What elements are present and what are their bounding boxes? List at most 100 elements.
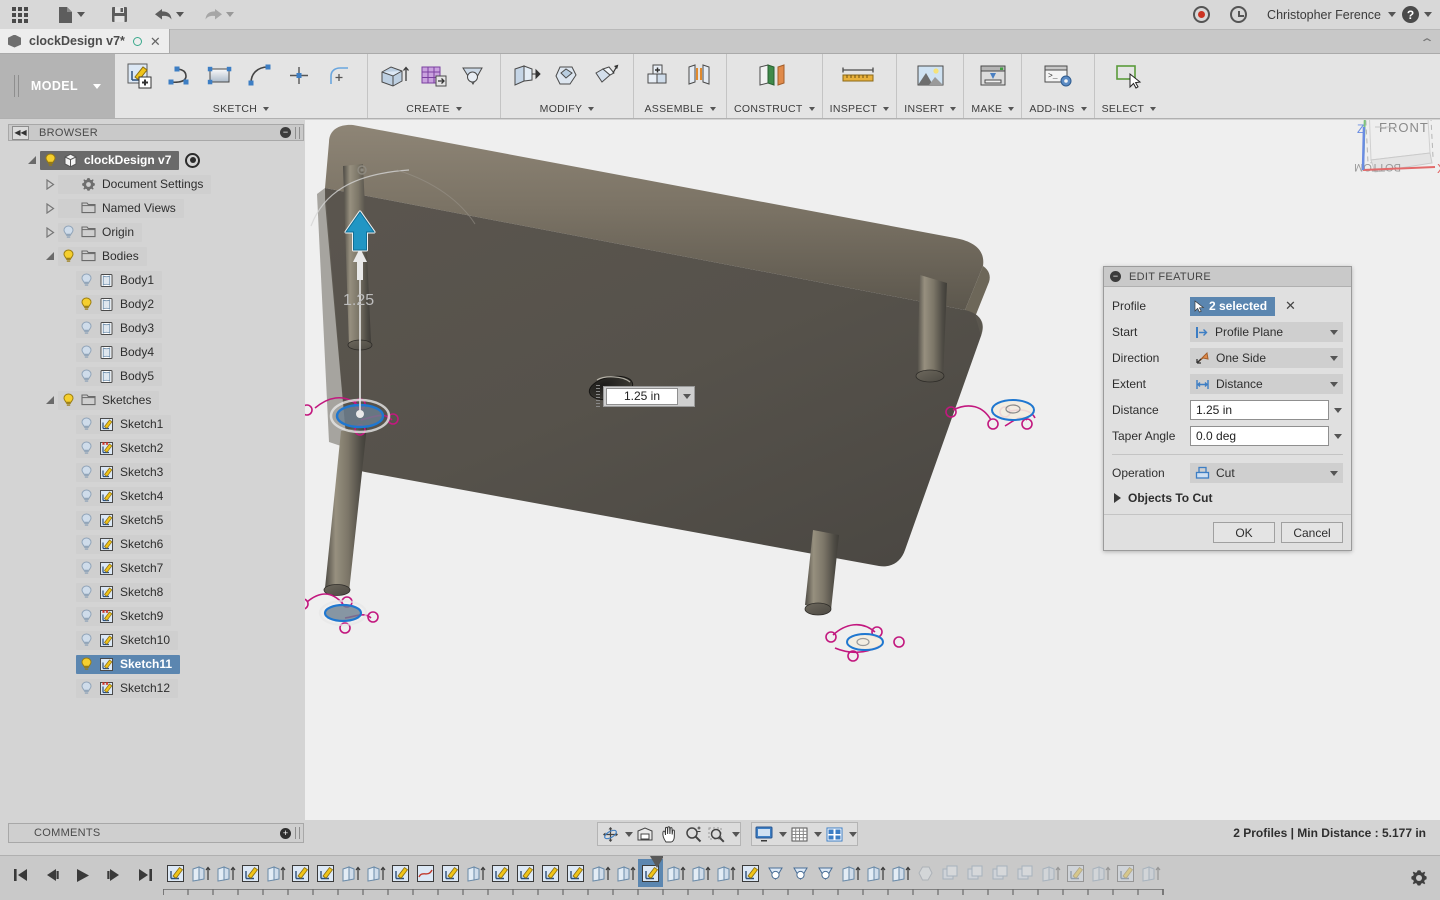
rectangle-icon[interactable]: [202, 58, 240, 94]
cancel-button[interactable]: Cancel: [1281, 522, 1343, 543]
timeline-feature-sketch[interactable]: [563, 859, 588, 887]
ribbon-panel-label-addins[interactable]: ADD-INS: [1029, 103, 1086, 118]
visibility-bulb-icon[interactable]: [80, 585, 93, 599]
redo-button[interactable]: [198, 1, 240, 29]
timeline-feature-extrude[interactable]: [663, 859, 688, 887]
fillet-icon[interactable]: [322, 58, 360, 94]
extrude-icon[interactable]: [375, 58, 413, 94]
timeline-feature-extrude[interactable]: [688, 859, 713, 887]
pattern-icon[interactable]: [415, 58, 453, 94]
operation-combo[interactable]: Cut: [1190, 463, 1343, 483]
chevron-down-icon[interactable]: [1329, 408, 1343, 413]
insert-image-icon[interactable]: [908, 58, 952, 94]
timeline-feature-extrude[interactable]: [888, 859, 913, 887]
dimension-input-widget[interactable]: 1.25 in: [596, 385, 695, 407]
tree-node-sketches[interactable]: Sketches: [8, 388, 304, 412]
visibility-bulb-icon[interactable]: [80, 369, 93, 383]
measure-ruler-icon[interactable]: [834, 58, 884, 94]
comments-panel[interactable]: COMMENTS +: [8, 823, 304, 843]
timeline-feature-extrude[interactable]: [263, 859, 288, 887]
record-component-icon[interactable]: [185, 153, 200, 168]
profile-selection-chip[interactable]: 2 selected: [1190, 297, 1275, 316]
visibility-bulb-icon[interactable]: [80, 537, 93, 551]
timeline-feature-extrude[interactable]: [463, 859, 488, 887]
new-component-icon[interactable]: [641, 58, 679, 94]
timeline-feature-extrude[interactable]: [1038, 859, 1063, 887]
look-at-icon[interactable]: [633, 823, 657, 845]
timeline-feature-loft[interactable]: [413, 859, 438, 887]
line-icon[interactable]: [162, 58, 200, 94]
timeline-feature-copy[interactable]: [988, 859, 1013, 887]
help-icon[interactable]: ?: [1402, 6, 1419, 23]
visibility-bulb-icon[interactable]: [80, 513, 93, 527]
chevron-down-icon[interactable]: [776, 832, 787, 837]
tree-node-root[interactable]: clockDesign v7: [8, 148, 304, 172]
ribbon-panel-label-sketch[interactable]: SKETCH: [213, 103, 269, 118]
visibility-bulb-icon[interactable]: [80, 633, 93, 647]
script-addin-icon[interactable]: >_: [1034, 58, 1082, 94]
timeline-feature-revolve[interactable]: [763, 859, 788, 887]
tree-node-origin[interactable]: Origin: [8, 220, 304, 244]
undo-button[interactable]: [148, 1, 190, 29]
step-forward-icon[interactable]: [101, 860, 126, 890]
visibility-bulb-icon[interactable]: [80, 441, 93, 455]
offset-plane-icon[interactable]: [751, 58, 797, 94]
step-back-icon[interactable]: [39, 860, 64, 890]
ribbon-panel-label-insert[interactable]: INSERT: [904, 103, 956, 118]
minimize-icon[interactable]: −: [280, 127, 291, 138]
timeline-feature-extrude[interactable]: [1138, 859, 1163, 887]
create-sketch-icon[interactable]: [122, 58, 160, 94]
timeline-track[interactable]: [163, 856, 1440, 900]
chevron-down-icon[interactable]: [1329, 434, 1343, 439]
tree-node-bodies[interactable]: Bodies: [8, 244, 304, 268]
revolve-icon[interactable]: [455, 58, 493, 94]
chevron-down-icon[interactable]: [846, 832, 857, 837]
timeline-feature-extrude[interactable]: [188, 859, 213, 887]
timeline-feature-sketch[interactable]: [438, 859, 463, 887]
tree-node-sketch8[interactable]: Sketch8: [8, 580, 304, 604]
ribbon-panel-label-create[interactable]: CREATE: [406, 103, 462, 118]
timeline-feature-revolve[interactable]: [813, 859, 838, 887]
timeline-feature-sketch[interactable]: [388, 859, 413, 887]
tree-node-sketch10[interactable]: Sketch10: [8, 628, 304, 652]
tree-node-sketch7[interactable]: Sketch7: [8, 556, 304, 580]
fillet-modify-icon[interactable]: [548, 58, 586, 94]
tree-node-sketch9[interactable]: Sketch9: [8, 604, 304, 628]
tree-node-sketch5[interactable]: Sketch5: [8, 508, 304, 532]
pan-icon[interactable]: [657, 823, 681, 845]
taper-angle-input[interactable]: 0.0 deg: [1190, 426, 1329, 446]
tree-node-sketch1[interactable]: Sketch1: [8, 412, 304, 436]
chevron-down-icon[interactable]: [1388, 12, 1396, 17]
close-icon[interactable]: ✕: [150, 35, 161, 48]
timeline-feature-revolve[interactable]: [788, 859, 813, 887]
go-to-end-icon[interactable]: [132, 860, 157, 890]
zoom-window-icon[interactable]: [705, 823, 729, 845]
add-comment-icon[interactable]: +: [280, 828, 291, 839]
tree-twisty-closed[interactable]: [42, 196, 58, 220]
ribbon-panel-label-inspect[interactable]: INSPECT: [830, 103, 890, 118]
dimension-input-field[interactable]: 1.25 in: [606, 388, 678, 405]
tree-node-sketch12[interactable]: Sketch12: [8, 676, 304, 700]
apps-grid-icon[interactable]: [0, 1, 34, 29]
edit-feature-dialog[interactable]: − EDIT FEATURE Profile 2 selected ✕ Star…: [1103, 266, 1352, 551]
job-status-clock-icon[interactable]: [1230, 6, 1247, 23]
visibility-bulb-icon[interactable]: [62, 393, 75, 407]
timeline-feature-extrude[interactable]: [613, 859, 638, 887]
spline-icon[interactable]: [242, 58, 280, 94]
panel-resize-grip[interactable]: [295, 127, 300, 139]
timeline-feature-extrude[interactable]: [588, 859, 613, 887]
tree-node-sketch4[interactable]: Sketch4: [8, 484, 304, 508]
point-icon[interactable]: [282, 58, 320, 94]
tree-node-sketch2[interactable]: Sketch2: [8, 436, 304, 460]
chevron-down-icon[interactable]: [1424, 12, 1432, 17]
joint-icon[interactable]: [681, 58, 719, 94]
visibility-bulb-icon[interactable]: [80, 417, 93, 431]
view-cube[interactable]: FRONT BOTTOM X Y Z: [1335, 120, 1440, 196]
extent-combo[interactable]: Distance: [1190, 374, 1343, 394]
timeline-feature-extrude[interactable]: [863, 859, 888, 887]
grid-snap-icon[interactable]: [787, 823, 811, 845]
tree-twisty-closed[interactable]: [42, 172, 58, 196]
visibility-bulb-icon[interactable]: [80, 465, 93, 479]
minimize-icon[interactable]: −: [1110, 271, 1121, 282]
timeline-feature-extrude[interactable]: [838, 859, 863, 887]
